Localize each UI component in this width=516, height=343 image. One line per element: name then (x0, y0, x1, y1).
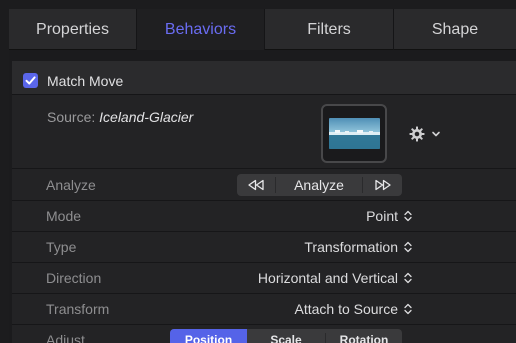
source-thumbnail-image (329, 118, 380, 149)
direction-row: Direction Horizontal and Vertical (12, 263, 516, 294)
adjust-scale-segment[interactable]: Scale (247, 329, 325, 343)
analyze-row: Analyze Analyze (12, 170, 516, 201)
up-down-chevron-icon (404, 210, 412, 222)
source-thumbnail-well[interactable] (321, 104, 387, 163)
type-value: Transformation (304, 239, 398, 255)
direction-value: Horizontal and Vertical (257, 270, 398, 286)
behavior-enable-checkbox[interactable] (23, 73, 38, 88)
tab-shape[interactable]: Shape (394, 9, 516, 50)
adjust-label: Adjust (46, 332, 85, 343)
up-down-chevron-icon (404, 303, 412, 315)
behavior-name: Match Move (47, 73, 124, 89)
inspector-window: Properties Behaviors Filters Shape Match… (9, 9, 516, 343)
rewind-button[interactable] (237, 174, 275, 196)
mode-value: Point (366, 208, 398, 224)
chevron-down-icon[interactable] (431, 129, 441, 139)
analyze-button[interactable]: Analyze (276, 174, 362, 196)
adjust-segmented-control: Position Scale Rotation (170, 329, 402, 343)
tab-properties[interactable]: Properties (9, 9, 136, 50)
type-popup[interactable]: Transformation (304, 232, 412, 262)
analyze-control: Analyze (237, 174, 402, 196)
behavior-header: Match Move (12, 61, 516, 95)
adjust-row: Adjust Position Scale Rotation (12, 325, 516, 343)
direction-label: Direction (46, 270, 102, 286)
transform-label: Transform (46, 301, 110, 317)
adjust-rotation-segment[interactable]: Rotation (326, 329, 402, 343)
adjust-position-segment[interactable]: Position (170, 329, 247, 343)
checkmark-icon (25, 76, 36, 85)
direction-popup[interactable]: Horizontal and Vertical (258, 263, 412, 293)
tab-behaviors[interactable]: Behaviors (137, 9, 264, 50)
mode-label: Mode (46, 208, 82, 224)
transform-popup[interactable]: Attach to Source (294, 294, 412, 324)
mode-popup[interactable]: Point (366, 201, 412, 231)
tab-filters[interactable]: Filters (265, 9, 393, 50)
source-text: Source: Iceland-Glacier (47, 109, 193, 125)
mode-row: Mode Point (12, 201, 516, 232)
up-down-chevron-icon (404, 272, 412, 284)
inspector-tab-bar: Properties Behaviors Filters Shape (9, 9, 516, 50)
behavior-panel: Match Move Source: Iceland-Glacier Analy… (12, 61, 516, 343)
transform-row: Transform Attach to Source (12, 294, 516, 325)
gear-icon[interactable] (409, 126, 425, 142)
analyze-label: Analyze (46, 177, 96, 193)
up-down-chevron-icon (404, 241, 412, 253)
type-label: Type (46, 239, 77, 255)
type-row: Type Transformation (12, 232, 516, 263)
source-row: Source: Iceland-Glacier (12, 96, 516, 169)
source-value: Iceland-Glacier (99, 109, 194, 125)
rewind-icon (248, 179, 264, 191)
transform-value: Attach to Source (294, 301, 398, 317)
source-label: Source: (47, 109, 96, 125)
fast-forward-icon (374, 179, 391, 191)
fast-forward-button[interactable] (363, 174, 402, 196)
